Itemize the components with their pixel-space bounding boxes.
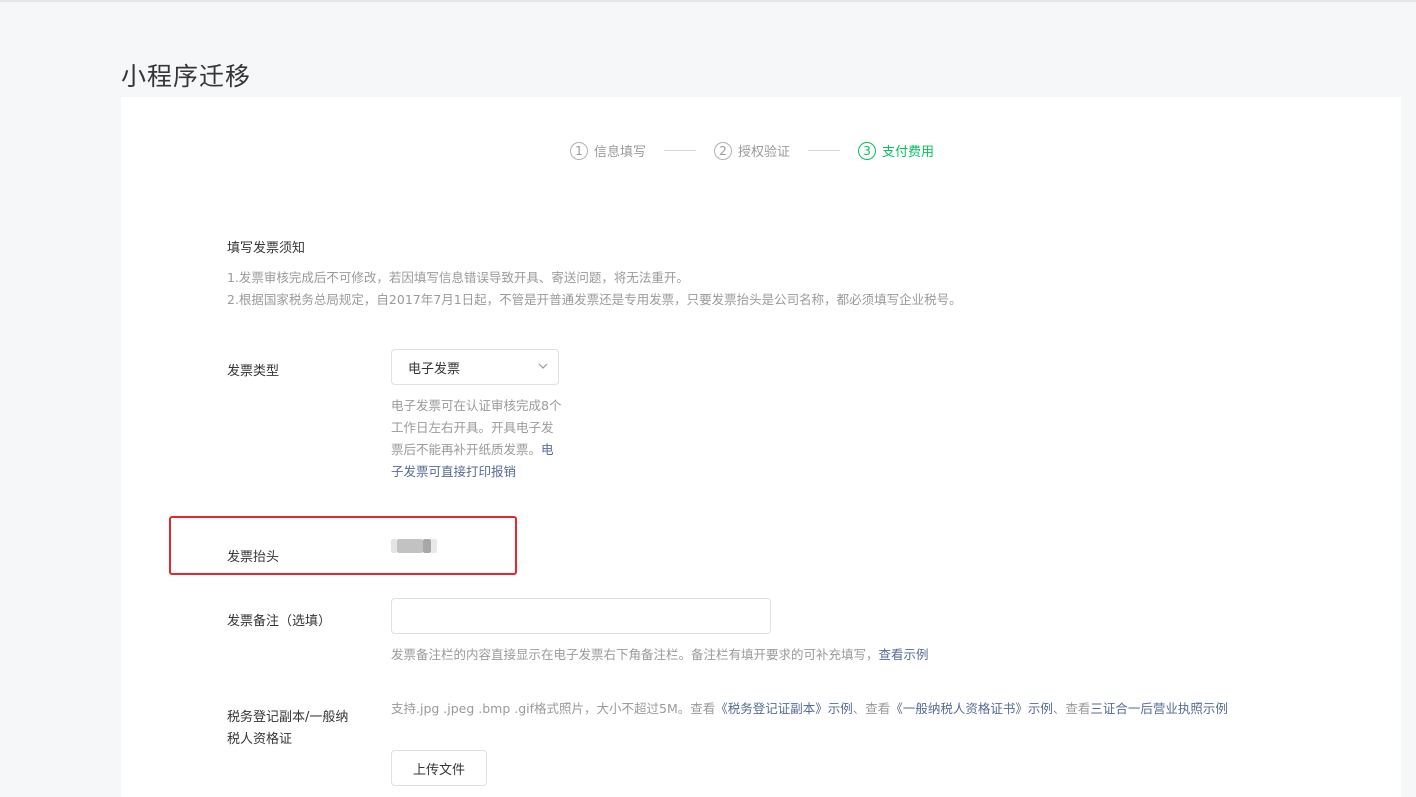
tax-cert-hint-separator: 、查看: [852, 701, 891, 716]
invoice-remark-input[interactable]: [391, 598, 771, 634]
step-3-number: 3: [858, 141, 877, 160]
step-3-label: 支付费用: [882, 145, 935, 160]
step-3-active: 3 支付费用: [858, 141, 934, 160]
tax-cert-hint: 支持.jpg .jpeg .bmp .gif格式照片，大小不超过5M。查看《税务…: [391, 698, 1301, 720]
invoice-remark-hint-text: 发票备注栏的内容直接显示在电子发票右下角备注栏。备注栏有填开要求的可补充填写，: [391, 647, 879, 662]
notice-line-2: 2.根据国家税务总局规定，自2017年7月1日起，不管是开普通发票还是专用发票，…: [227, 292, 962, 307]
top-divider: [0, 0, 1416, 2]
view-example-link[interactable]: 查看示例: [879, 647, 929, 662]
notice-title: 填写发票须知: [227, 241, 306, 256]
step-connector: [664, 150, 697, 151]
notice-line-1: 1.发票审核完成后不可修改，若因填写信息错误导致开具、寄送问题，将无法重开。: [227, 270, 689, 285]
invoice-type-select[interactable]: 电子发票: [391, 349, 559, 385]
invoice-type-label: 发票类型: [227, 364, 280, 379]
step-2-label: 授权验证: [738, 145, 791, 160]
tax-cert-label-line-2: 税人资格证: [227, 732, 293, 747]
step-2-number: 2: [714, 141, 733, 160]
tax-registration-example-link[interactable]: 《税务登记证副本》示例: [715, 701, 853, 716]
step-indicator: 1 信息填写 2 授权验证 3 支付费用: [570, 141, 934, 160]
step-1-number: 1: [570, 141, 588, 160]
general-taxpayer-example-link[interactable]: 《一般纳税人资格证书》示例: [890, 701, 1053, 716]
tax-cert-label: 税务登记副本/一般纳 税人资格证: [227, 707, 348, 751]
upload-file-button[interactable]: 上传文件: [391, 750, 487, 786]
invoice-remark-label: 发票备注（选填）: [227, 614, 332, 629]
content-card: [121, 97, 1401, 797]
step-1: 1 信息填写: [570, 141, 646, 160]
invoice-header-value-redacted: [391, 539, 441, 553]
step-1-label: 信息填写: [594, 145, 647, 160]
step-2: 2 授权验证: [714, 141, 790, 160]
chevron-down-icon: [538, 363, 548, 369]
business-license-example-link[interactable]: 三证合一后营业执照示例: [1090, 701, 1228, 716]
page-title: 小程序迁移: [121, 61, 252, 91]
tax-cert-hint-prefix: 支持.jpg .jpeg .bmp .gif格式照片，大小不超过5M。查看: [391, 701, 716, 716]
tax-cert-hint-separator: 、查看: [1052, 701, 1091, 716]
invoice-type-hint-text: 电子发票可在认证审核完成8个工作日左右开具。开具电子发票后不能再补开纸质发票。: [391, 398, 562, 457]
invoice-type-selected: 电子发票: [408, 361, 461, 377]
step-connector: [808, 150, 841, 151]
invoice-remark-hint: 发票备注栏的内容直接显示在电子发票右下角备注栏。备注栏有填开要求的可补充填写，查…: [391, 644, 929, 663]
invoice-header-label: 发票抬头: [227, 550, 280, 565]
tax-cert-label-line-1: 税务登记副本/一般纳: [227, 710, 349, 725]
highlight-box: [169, 516, 517, 575]
invoice-type-hint: 电子发票可在认证审核完成8个工作日左右开具。开具电子发票后不能再补开纸质发票。电…: [391, 395, 563, 483]
